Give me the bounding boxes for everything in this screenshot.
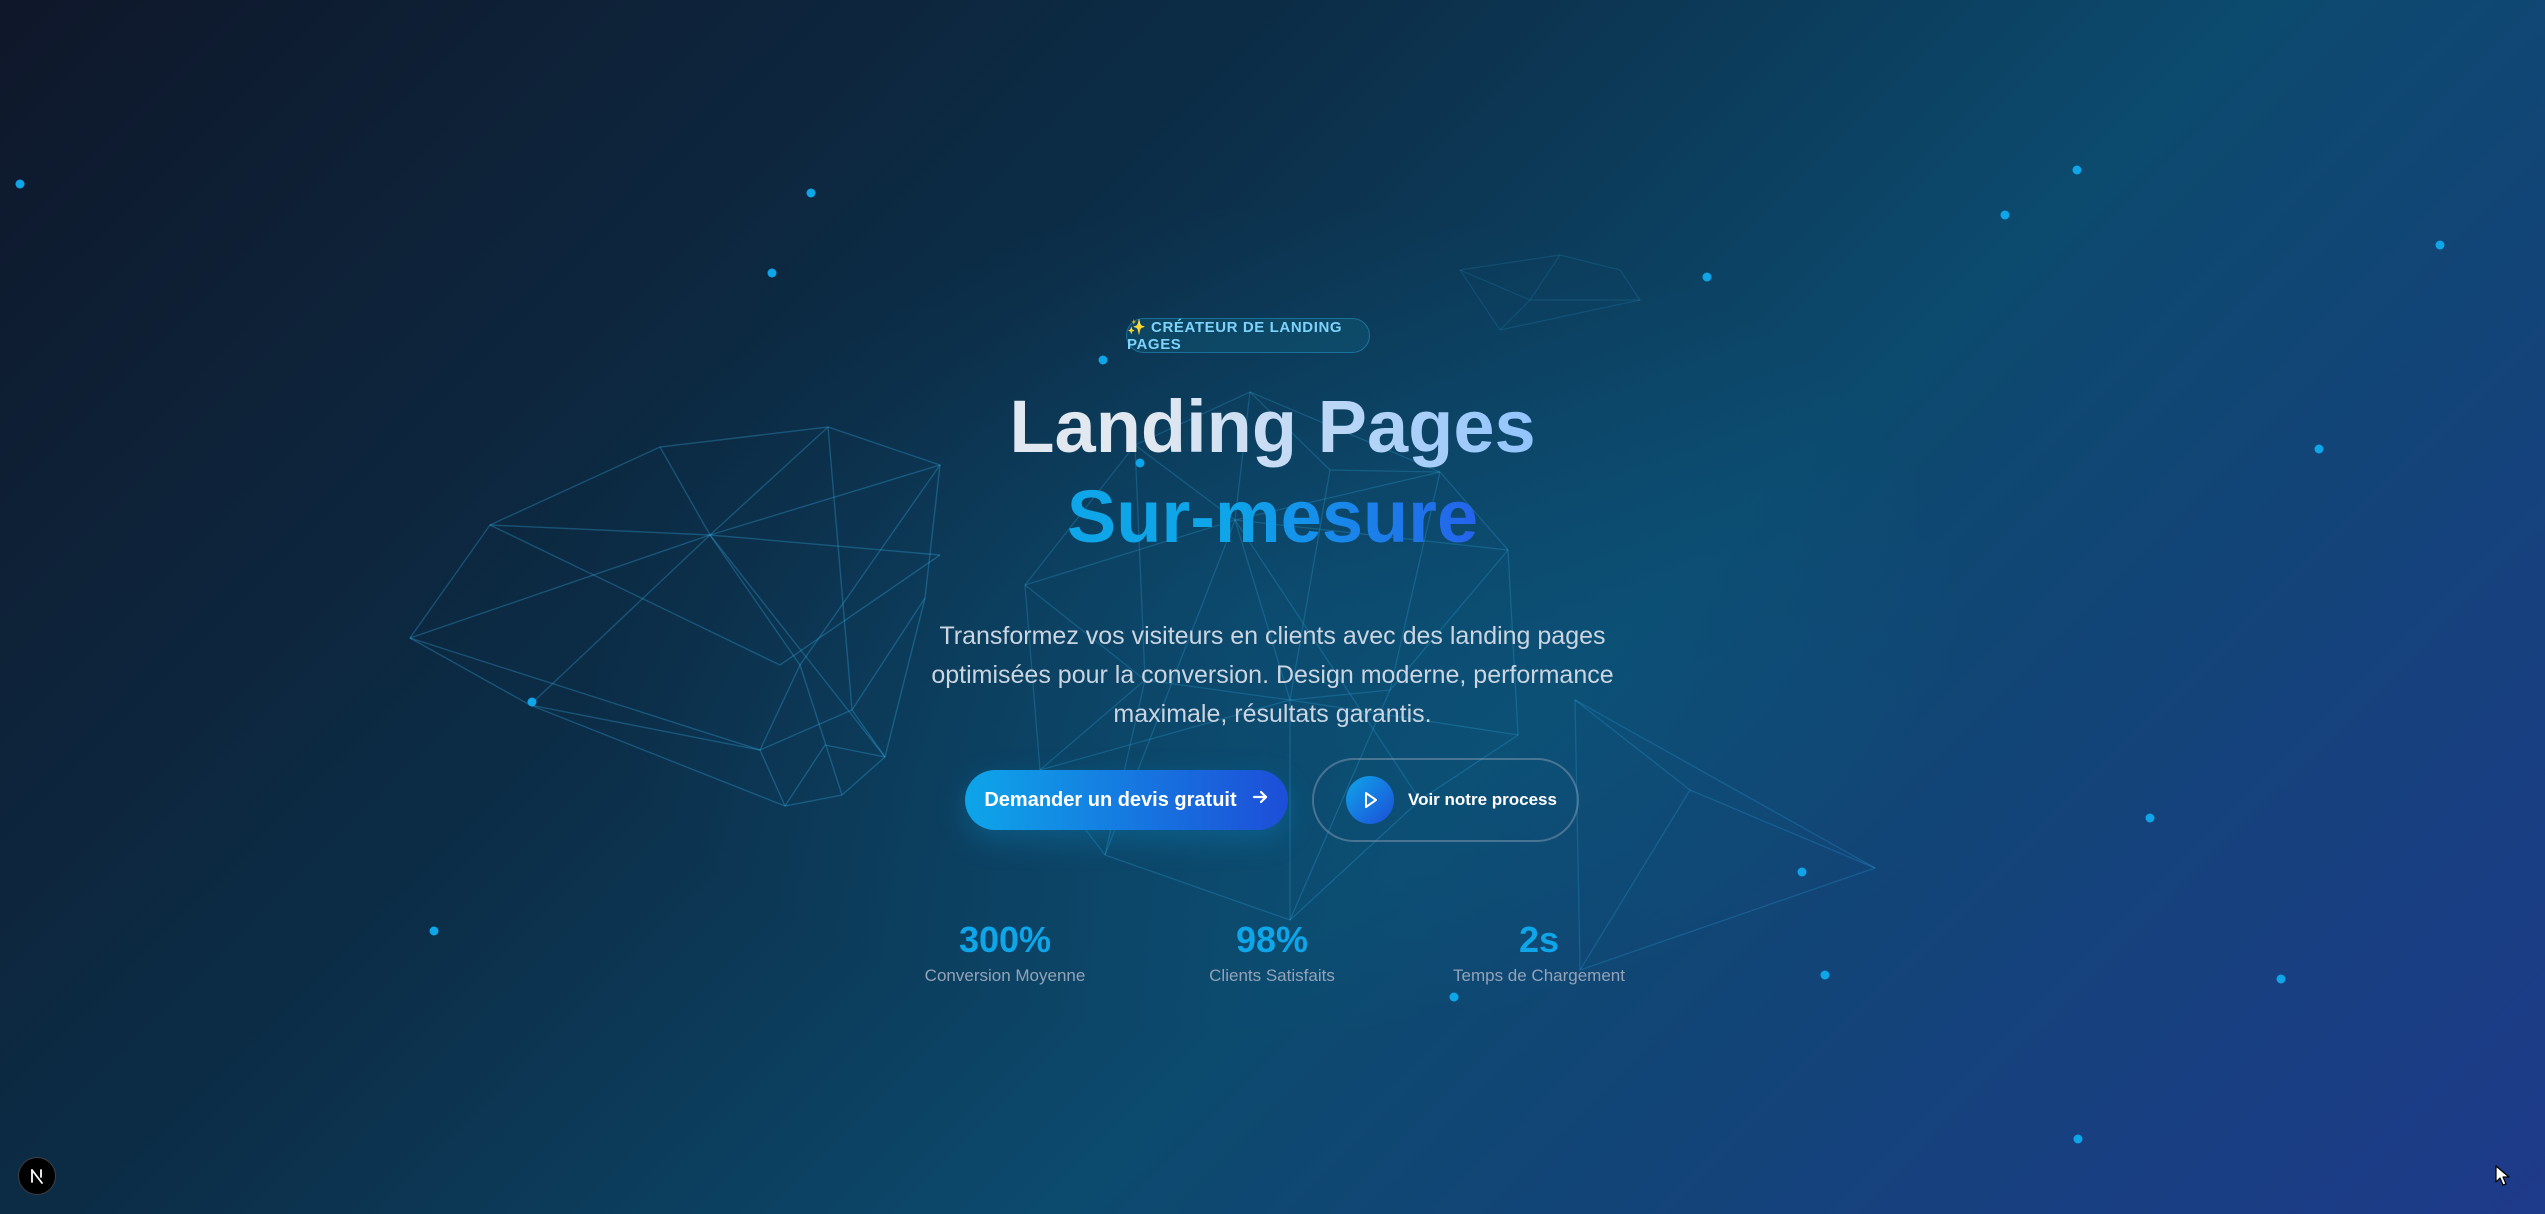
stat-satisfaction: 98% Clients Satisfaits [1152, 918, 1392, 986]
stat-label: Clients Satisfaits [1209, 966, 1335, 985]
hero-badge: ✨ CRÉATEUR DE LANDING PAGES [1126, 318, 1370, 353]
request-quote-button[interactable]: Demander un devis gratuit [965, 770, 1288, 830]
stat-value: 2s [1518, 919, 1560, 960]
nextjs-logo-icon[interactable] [18, 1157, 56, 1195]
hero-subtitle: Transformez vos visiteurs en clients ave… [931, 622, 1614, 728]
stat-value: 300% [958, 919, 1052, 960]
mouse-cursor-icon [2495, 1165, 2511, 1192]
stat-value: 98% [1235, 919, 1309, 960]
hero-title-line-1: Landing Pages [0, 382, 2545, 472]
stat-load-time: 2s Temps de Chargement [1419, 918, 1659, 986]
arrow-right-icon [1251, 788, 1269, 812]
request-quote-label: Demander un devis gratuit [984, 788, 1237, 811]
stat-label: Temps de Chargement [1453, 966, 1625, 985]
hero-title-line-2: Sur-mesure [1066, 475, 1479, 558]
badge-text: ✨ CRÉATEUR DE LANDING PAGES [1127, 319, 1343, 353]
stat-conversion: 300% Conversion Moyenne [885, 918, 1125, 986]
hero-section: ✨ CRÉATEUR DE LANDING PAGES Landing Page… [0, 0, 2545, 1214]
stat-label: Conversion Moyenne [924, 966, 1086, 985]
view-process-button[interactable]: Voir notre process [1312, 758, 1579, 842]
play-icon [1346, 776, 1394, 824]
view-process-label: Voir notre process [1408, 790, 1557, 809]
